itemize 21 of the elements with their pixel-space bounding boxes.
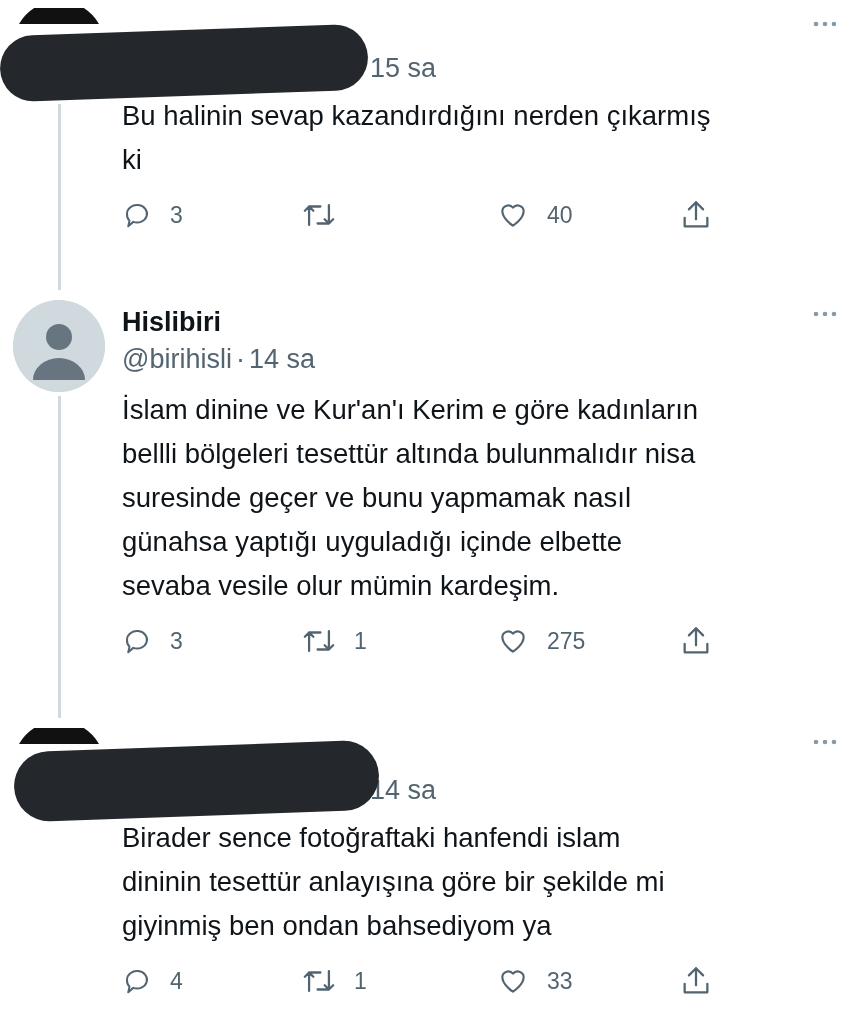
tweet-time: 14 sa <box>248 343 315 376</box>
user-handle: @birihisli <box>122 343 232 376</box>
retweet-count: 1 <box>354 627 367 655</box>
avatar[interactable] <box>19 728 99 744</box>
user-name[interactable]: Hislibiri <box>122 304 812 340</box>
reply-count: 3 <box>170 201 183 229</box>
tweet-text: Birader sence fotoğraftaki hanfendi islam dininin tesettür anlayışına göre bir şekilde mi giyinmiş ben ondan bahsediyom ya <box>122 821 666 943</box>
more-icon[interactable] <box>812 738 838 746</box>
more-icon[interactable] <box>812 310 838 318</box>
avatar[interactable] <box>19 8 99 24</box>
like-count: 275 <box>547 627 586 655</box>
like-count: 33 <box>547 967 573 995</box>
tweet-time: 15 sa <box>370 53 437 84</box>
tweet-text: Bu halinin sevap kazandırdığını nerden çıkarmış ki <box>122 99 712 177</box>
reply-count: 3 <box>170 627 183 655</box>
retweet-count: 1 <box>354 967 367 995</box>
more-icon[interactable] <box>812 20 838 28</box>
reply-count: 4 <box>170 967 183 995</box>
tweet-text: İslam dinine ve Kur'an'ı Kerim e göre kadınların bellli bölgeleri tesettür altında bulunmalıdır nisa suresinde geçer ve bunu yapmamak nasıl günahsa yaptığı uyguladığı içinde elbette sevaba vesile olur mümin kardeşim. <box>122 393 700 603</box>
like-count: 40 <box>547 201 573 229</box>
separator-dot: · <box>235 343 245 376</box>
